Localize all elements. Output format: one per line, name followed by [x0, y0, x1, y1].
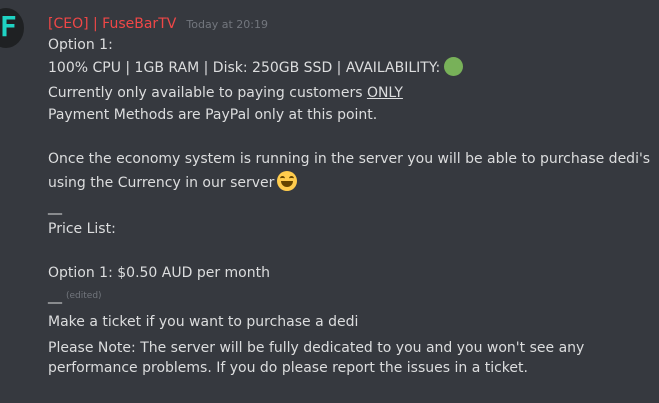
message-line-separator-1: __	[48, 197, 62, 217]
payment-text: Payment Methods are PayPal only at this …	[48, 107, 378, 123]
message-line-note: Please Note: The server will be fully de…	[48, 338, 584, 358]
message-line-availability: Currently only available to paying custo…	[48, 83, 403, 103]
message-line-separator-2: __ (edited)	[48, 286, 102, 306]
specs-text: 100% CPU | 1GB RAM | Disk: 250GB SSD | A…	[48, 60, 441, 76]
message-line-payment: Payment Methods are PayPal only at this …	[48, 105, 377, 125]
option-text: Option 1:	[48, 37, 113, 53]
username[interactable]: [CEO] | FuseBarTV	[48, 16, 176, 32]
performance-text: performance problems. If you do please r…	[48, 360, 528, 376]
availability-text: Currently only available to paying custo…	[48, 85, 367, 101]
grinning-face-icon	[277, 171, 298, 191]
message-line-specs: 100% CPU | 1GB RAM | Disk: 250GB SSD | A…	[48, 57, 464, 78]
timestamp: Today at 20:19	[186, 18, 268, 31]
message-line-price-list: Price List:	[48, 219, 116, 239]
message-line-economy: Once the economy system is running in th…	[48, 149, 650, 169]
user-avatar[interactable]: F	[0, 8, 24, 48]
message-header: [CEO] | FuseBarTV Today at 20:19	[48, 13, 268, 33]
message-line-ticket: Make a ticket if you want to purchase a …	[48, 312, 358, 332]
separator-text: __	[48, 199, 62, 215]
message-line-performance: performance problems. If you do please r…	[48, 358, 528, 378]
price-list-text: Price List:	[48, 221, 116, 237]
separator-text: __	[48, 288, 62, 304]
price-text: Option 1: $0.50 AUD per month	[48, 265, 270, 281]
ticket-text: Make a ticket if you want to purchase a …	[48, 314, 359, 330]
chat-message: F [CEO] | FuseBarTV Today at 20:19 Optio…	[0, 0, 659, 403]
economy-text: Once the economy system is running in th…	[48, 151, 651, 167]
note-text: Please Note: The server will be fully de…	[48, 340, 585, 356]
green-circle-icon	[444, 57, 464, 76]
message-line-price: Option 1: $0.50 AUD per month	[48, 263, 270, 283]
currency-text: using the Currency in our server	[48, 175, 275, 191]
message-line-currency: using the Currency in our server	[48, 171, 298, 193]
avatar-letter: F	[0, 10, 17, 43]
only-underlined-text: ONLY	[366, 85, 403, 101]
edited-label: (edited)	[66, 291, 102, 301]
message-line-option: Option 1:	[48, 35, 113, 55]
